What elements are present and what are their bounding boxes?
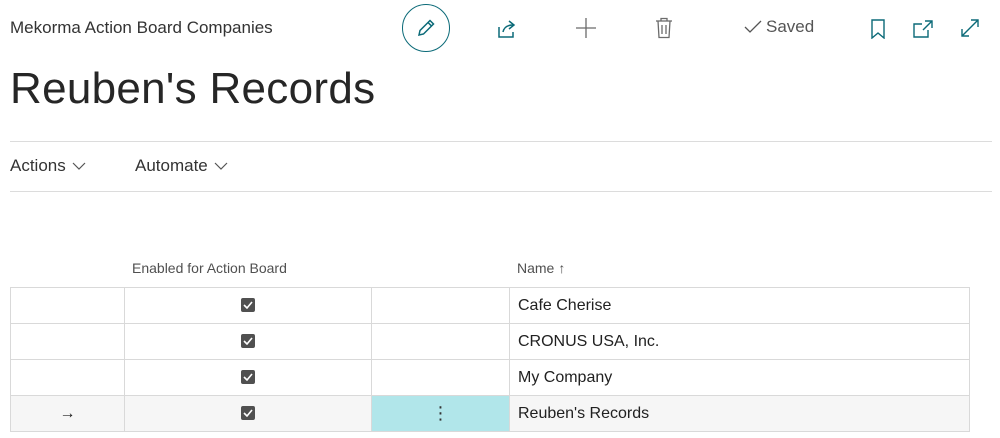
companies-table: Cafe Cherise CRONUS USA, Inc. My Company…: [10, 287, 970, 432]
divider: [10, 191, 992, 192]
current-row-arrow-icon: →: [59, 404, 76, 422]
row-indicator[interactable]: →: [10, 395, 125, 432]
automate-menu-label: Automate: [135, 156, 208, 175]
expand-icon: [961, 19, 979, 37]
checked-checkbox-icon[interactable]: [241, 298, 255, 313]
enabled-checkbox-cell[interactable]: [124, 395, 372, 432]
column-header-name[interactable]: Name ↑: [517, 260, 565, 276]
more-options-icon[interactable]: ⋮: [432, 403, 450, 423]
open-new-window-button[interactable]: [910, 16, 936, 42]
row-menu-cell[interactable]: [371, 323, 510, 360]
table-row-selected[interactable]: → ⋮ Reuben's Records: [10, 395, 970, 432]
new-icon: [576, 18, 596, 38]
row-menu-cell[interactable]: ⋮: [371, 395, 510, 432]
bookmark-button[interactable]: [868, 16, 888, 42]
column-header-name-label: Name: [517, 260, 555, 276]
company-name-cell[interactable]: My Company: [509, 359, 970, 396]
popout-icon: [913, 20, 933, 38]
table-row[interactable]: My Company: [10, 359, 970, 396]
chevron-down-icon: [214, 162, 228, 170]
saved-status: Saved: [744, 17, 814, 37]
sort-ascending-icon: ↑: [558, 260, 566, 276]
table-row[interactable]: Cafe Cherise: [10, 287, 970, 324]
company-name-cell[interactable]: Cafe Cherise: [509, 287, 970, 324]
automate-menu[interactable]: Automate: [135, 156, 228, 176]
saved-label: Saved: [766, 17, 815, 36]
row-indicator[interactable]: [10, 359, 125, 396]
company-name-cell[interactable]: Reuben's Records: [509, 395, 970, 432]
enabled-checkbox-cell[interactable]: [124, 287, 372, 324]
app-title: Mekorma Action Board Companies: [10, 18, 273, 37]
expand-button[interactable]: [956, 14, 984, 42]
delete-button[interactable]: [653, 15, 675, 41]
divider: [10, 141, 992, 142]
row-indicator[interactable]: [10, 323, 125, 360]
column-header-enabled[interactable]: Enabled for Action Board: [132, 260, 287, 276]
delete-icon: [656, 17, 672, 39]
enabled-checkbox-cell[interactable]: [124, 359, 372, 396]
edit-button[interactable]: [402, 4, 450, 52]
company-name-cell[interactable]: CRONUS USA, Inc.: [509, 323, 970, 360]
checked-checkbox-icon[interactable]: [241, 334, 255, 349]
table-row[interactable]: CRONUS USA, Inc.: [10, 323, 970, 360]
actions-menu[interactable]: Actions: [10, 156, 86, 176]
checked-checkbox-icon[interactable]: [241, 406, 255, 421]
check-icon: [744, 20, 762, 33]
edit-icon: [418, 19, 435, 36]
enabled-checkbox-cell[interactable]: [124, 323, 372, 360]
chevron-down-icon: [72, 162, 86, 170]
row-menu-cell[interactable]: [371, 359, 510, 396]
row-menu-cell[interactable]: [371, 287, 510, 324]
share-icon: [498, 20, 516, 38]
new-button[interactable]: [572, 14, 600, 42]
share-button[interactable]: [494, 16, 520, 42]
column-header-enabled-label: Enabled for Action Board: [132, 260, 287, 276]
checked-checkbox-icon[interactable]: [241, 370, 255, 385]
top-bar: Mekorma Action Board Companies Saved: [0, 0, 1000, 58]
page-title: Reuben's Records: [10, 64, 376, 113]
row-indicator[interactable]: [10, 287, 125, 324]
actions-menu-label: Actions: [10, 156, 66, 175]
bookmark-icon: [871, 19, 885, 39]
